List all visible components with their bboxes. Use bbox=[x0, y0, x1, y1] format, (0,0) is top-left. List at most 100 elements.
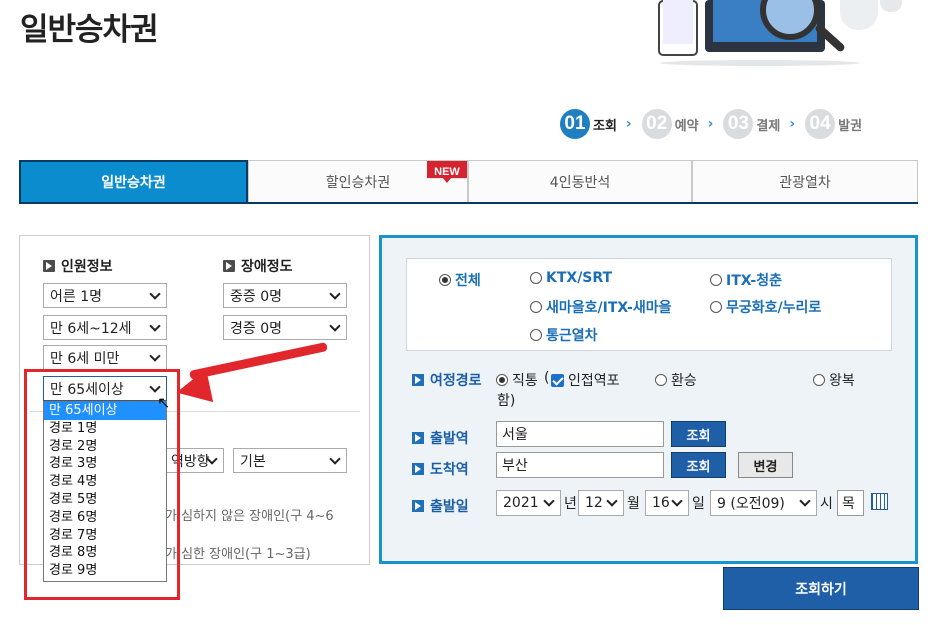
route-roundtrip-radio[interactable]: 왕복 bbox=[813, 370, 855, 390]
route-roundtrip-label: 왕복 bbox=[829, 373, 855, 389]
train-type-itx[interactable]: ITX-청춘 bbox=[710, 270, 782, 290]
annotation-arrow-icon bbox=[172, 368, 214, 410]
chevron-down-icon bbox=[329, 320, 341, 332]
nearby-station-label-cont: 함) bbox=[497, 393, 516, 409]
arrow-square-icon bbox=[412, 500, 424, 512]
radio-icon bbox=[710, 301, 722, 313]
step-number: 03 bbox=[723, 109, 754, 139]
radio-icon bbox=[710, 274, 722, 286]
step-label: 조회 bbox=[593, 118, 617, 134]
radio-icon bbox=[530, 329, 542, 341]
checkbox-checked-icon bbox=[551, 373, 564, 387]
child-select[interactable]: 만 6세~12세 bbox=[43, 315, 167, 340]
month-unit: 월 bbox=[627, 496, 640, 512]
radio-icon bbox=[655, 374, 667, 386]
step-number: 02 bbox=[641, 109, 672, 139]
departure-search-button[interactable]: 조회 bbox=[671, 421, 726, 447]
step-indicator: 01 조회 › 02 예약 › 03 결제 › 04 발권 bbox=[560, 108, 872, 140]
train-type-commuter[interactable]: 통근열차 bbox=[530, 325, 598, 345]
arrival-search-button[interactable]: 조회 bbox=[671, 452, 726, 478]
seat-type-select[interactable]: 기본 bbox=[233, 448, 347, 473]
search-trains-button[interactable]: 조회하기 bbox=[723, 567, 919, 610]
passenger-section-label: 인원정보 bbox=[61, 259, 113, 275]
weekday-display: 목 bbox=[837, 490, 864, 516]
nearby-station-checkbox[interactable]: 인접역포 bbox=[551, 370, 620, 390]
chevron-down-icon bbox=[671, 495, 683, 507]
tab-group-of-four[interactable]: 4인동반석 bbox=[468, 160, 692, 202]
arrival-label: 도착역 bbox=[412, 459, 469, 479]
year-unit: 년 bbox=[564, 496, 577, 512]
tab-tourist-train[interactable]: 관광열차 bbox=[692, 160, 918, 202]
year-value: 2021 bbox=[503, 495, 539, 511]
train-type-mugunghwa[interactable]: 무궁화호/누리로 bbox=[710, 297, 821, 317]
train-type-saemaeul[interactable]: 새마을호/ITX-새마을 bbox=[530, 297, 672, 317]
child-select-value: 만 6세~12세 bbox=[50, 320, 132, 337]
passenger-section-heading: 인원정보 bbox=[43, 256, 113, 276]
adult-select[interactable]: 어른 1명 bbox=[43, 283, 167, 308]
step-2: 02 예약 › bbox=[641, 109, 714, 139]
mild-disability-select[interactable]: 경증 0명 bbox=[223, 315, 347, 340]
chevron-down-icon bbox=[149, 320, 161, 332]
route-open-paren: ( bbox=[544, 370, 550, 386]
train-type-label: 새마을호/ITX-새마을 bbox=[546, 300, 672, 316]
chevron-right-icon: › bbox=[707, 116, 714, 132]
year-select[interactable]: 2021 bbox=[496, 490, 561, 516]
mild-disability-note: 가 심하지 않은 장애인(구 4~6 bbox=[165, 509, 334, 524]
route-label: 여정경로 bbox=[412, 370, 482, 390]
train-type-label: ITX-청춘 bbox=[726, 273, 782, 289]
illustration-desk bbox=[660, 60, 860, 66]
radio-icon bbox=[813, 374, 825, 386]
step-label: 예약 bbox=[674, 118, 699, 134]
departure-input[interactable]: 서울 bbox=[496, 421, 664, 447]
arrival-input[interactable]: 부산 bbox=[496, 452, 664, 478]
cup-illustration bbox=[840, 0, 878, 30]
day-select[interactable]: 16 bbox=[645, 490, 689, 516]
train-type-ktx[interactable]: KTX/SRT bbox=[530, 270, 612, 286]
step-number: 01 bbox=[560, 109, 590, 139]
date-label: 출발일 bbox=[412, 496, 469, 516]
calendar-icon[interactable] bbox=[871, 493, 888, 510]
severe-disability-note: 가 심한 장애인(구 1~3급) bbox=[165, 547, 311, 562]
infant-select-value: 만 6세 미만 bbox=[50, 350, 120, 367]
mild-select-value: 경증 0명 bbox=[230, 320, 282, 337]
radio-checked-icon bbox=[439, 274, 451, 286]
arrow-square-icon bbox=[412, 463, 424, 475]
train-type-all[interactable]: 전체 bbox=[439, 270, 481, 290]
arrival-label-text: 도착역 bbox=[430, 462, 469, 478]
swap-stations-button[interactable]: 변경 bbox=[738, 452, 793, 478]
hour-value: 9 (오전09) bbox=[717, 496, 785, 512]
tab-general[interactable]: 일반승차권 bbox=[19, 160, 248, 202]
step-label: 발권 bbox=[838, 118, 863, 134]
departure-label: 출발역 bbox=[412, 428, 469, 448]
chevron-down-icon bbox=[329, 288, 341, 300]
chevron-down-icon bbox=[606, 495, 618, 507]
step-1: 01 조회 › bbox=[560, 109, 632, 139]
radio-icon bbox=[530, 272, 542, 284]
hour-unit: 시 bbox=[820, 496, 833, 512]
radio-checked-icon bbox=[496, 374, 508, 386]
severe-select-value: 중증 0명 bbox=[230, 288, 282, 305]
adult-select-value: 어른 1명 bbox=[50, 288, 102, 305]
train-type-label: KTX/SRT bbox=[546, 270, 613, 286]
hour-select[interactable]: 9 (오전09) bbox=[710, 490, 817, 516]
route-label-text: 여정경로 bbox=[430, 373, 482, 389]
day-unit: 일 bbox=[692, 496, 705, 512]
mouse-cursor-icon: ↖ bbox=[157, 393, 171, 412]
chevron-right-icon: › bbox=[625, 116, 632, 132]
month-select[interactable]: 12 bbox=[578, 490, 624, 516]
departure-label-text: 출발역 bbox=[430, 431, 469, 447]
severe-disability-select[interactable]: 중증 0명 bbox=[223, 283, 347, 308]
radio-icon bbox=[530, 301, 542, 313]
step-number: 04 bbox=[805, 109, 836, 139]
infant-select[interactable]: 만 6세 미만 bbox=[43, 345, 167, 370]
step-label: 결제 bbox=[756, 118, 781, 134]
route-transfer-radio[interactable]: 환승 bbox=[655, 370, 697, 390]
route-direct-radio[interactable]: 직통 bbox=[496, 370, 538, 390]
seat-type-value: 기본 bbox=[240, 453, 266, 470]
train-type-label: 통근열차 bbox=[546, 328, 598, 344]
step-4: 04 발권 bbox=[805, 109, 862, 139]
phone-screen-illustration bbox=[663, 0, 693, 44]
page-title: 일반승차권 bbox=[20, 12, 159, 48]
cup-small-illustration bbox=[880, 0, 902, 12]
day-value: 16 bbox=[652, 495, 670, 511]
